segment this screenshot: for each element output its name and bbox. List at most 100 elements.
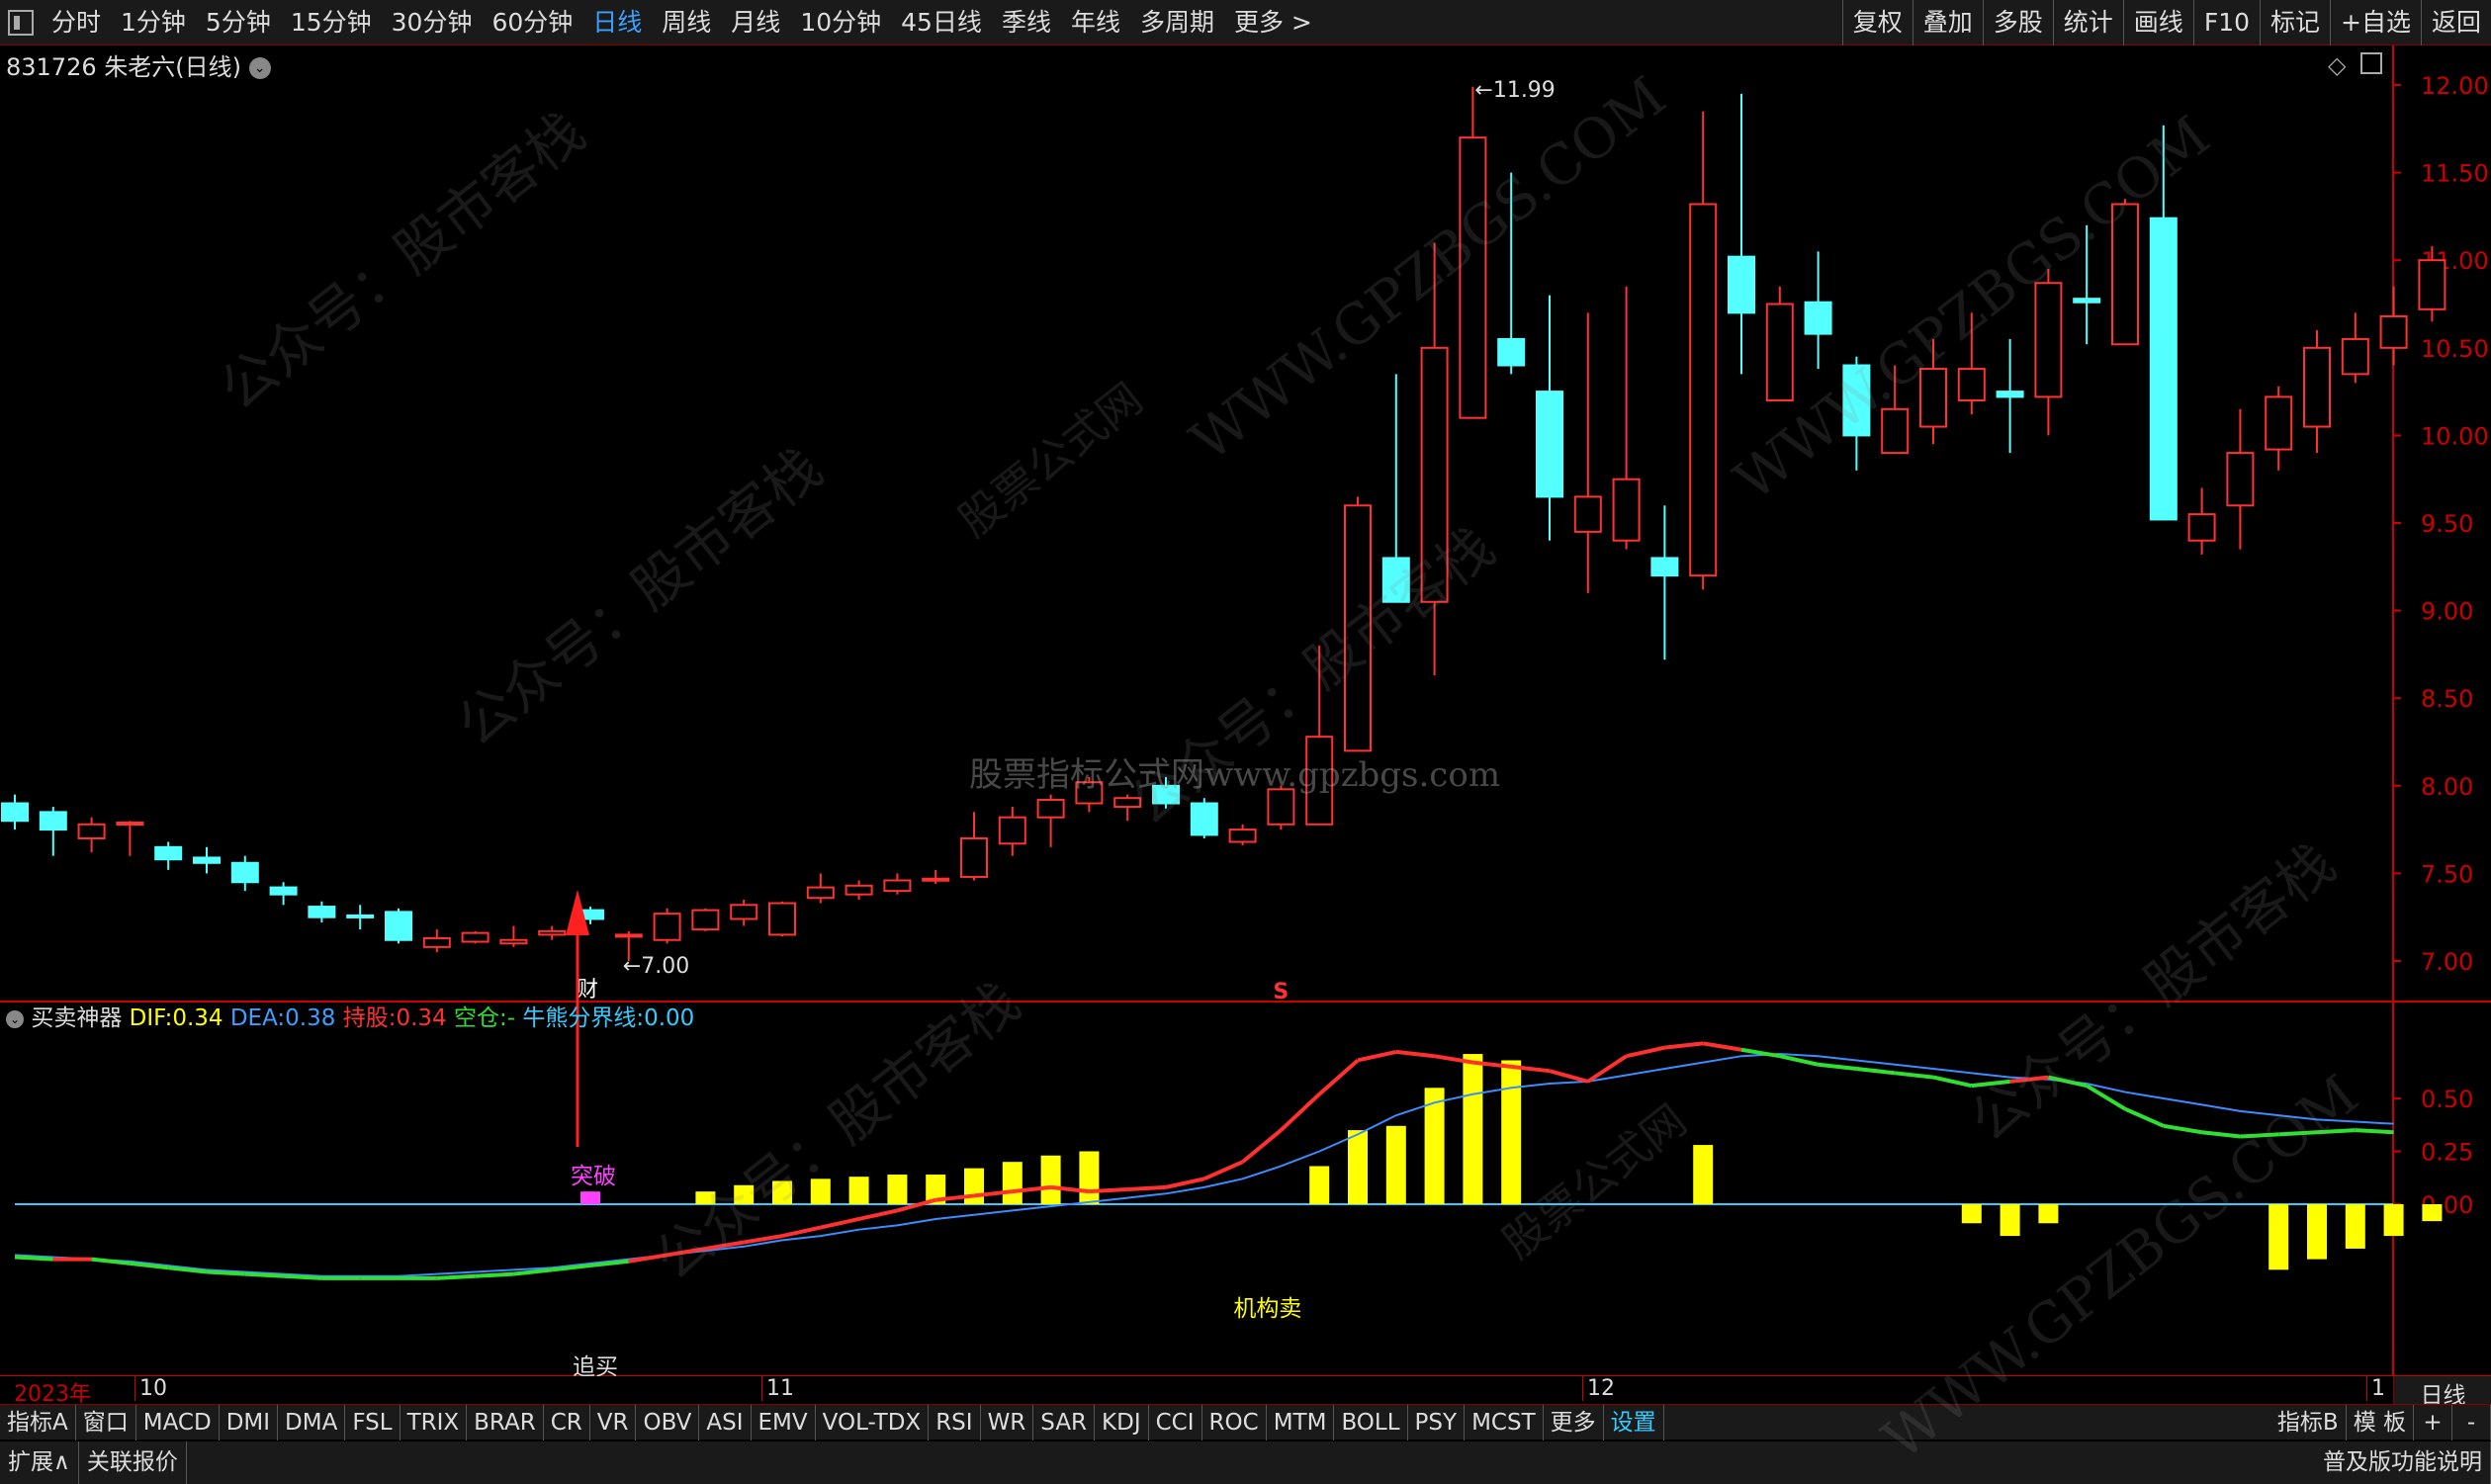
indicator-tab[interactable]: TRIX <box>400 1404 468 1440</box>
indicator-tab[interactable]: VR <box>590 1404 637 1440</box>
toolbar-button[interactable]: 叠加 <box>1912 0 1983 45</box>
dif-line-segment <box>91 1257 131 1266</box>
indicator-tab[interactable]: 设置 <box>1604 1404 1664 1440</box>
period-tab[interactable]: 季线 <box>992 0 1061 45</box>
indicator-tab[interactable]: MCST <box>1465 1404 1544 1440</box>
period-indicator[interactable]: 日线 <box>2393 1376 2491 1409</box>
price-tick-label: 7.00 <box>2421 948 2473 976</box>
indicator-right-button[interactable]: 模 板 <box>2347 1404 2414 1440</box>
dif-line-segment <box>1280 1092 1321 1132</box>
candle <box>1497 337 1526 367</box>
help-link[interactable]: 普及版功能说明 <box>2315 1441 2491 1484</box>
indicator-tab[interactable]: KDJ <box>1095 1404 1149 1440</box>
candle <box>1036 798 1065 819</box>
candle <box>1113 797 1142 809</box>
indicator-bar <box>810 1178 831 1204</box>
candle <box>2418 259 2447 310</box>
indicator-tab[interactable]: RSI <box>929 1404 981 1440</box>
indicator-tab[interactable]: MACD <box>136 1404 220 1440</box>
candle <box>1842 364 1871 437</box>
indicator-tab[interactable]: DMA <box>278 1404 346 1440</box>
indicator-tab[interactable]: CCI <box>1149 1404 1202 1440</box>
dif-line-segment <box>1317 1058 1360 1096</box>
period-tab[interactable]: 日线 <box>582 0 652 45</box>
indicator-tab[interactable]: WR <box>981 1404 1034 1440</box>
indicator-tab[interactable]: 更多 <box>1544 1404 1604 1440</box>
period-tab[interactable]: 年线 <box>1061 0 1130 45</box>
candle <box>2341 337 2369 376</box>
empty-value: - <box>506 1005 516 1031</box>
dif-line-segment <box>858 1208 898 1221</box>
indicator-tab[interactable]: 指标A <box>0 1404 76 1440</box>
bottom-tab[interactable]: 关联报价 <box>79 1441 187 1484</box>
toolbar-button[interactable]: 统计 <box>2052 0 2123 45</box>
indicator-tab[interactable]: FSL <box>345 1404 400 1440</box>
indicator-right-button[interactable]: - <box>2452 1404 2491 1440</box>
indicator-bar <box>2000 1204 2020 1237</box>
indicator-tab[interactable]: ROC <box>1202 1404 1267 1440</box>
indicator-bar <box>1463 1054 1483 1204</box>
toolbar-button[interactable]: +自选 <box>2330 0 2421 45</box>
indicator-tab[interactable]: DMI <box>220 1404 279 1440</box>
dif-line-segment <box>2355 1128 2394 1135</box>
candle <box>1267 788 1295 826</box>
indicator-tab[interactable]: MTM <box>1267 1404 1335 1440</box>
dif-line-segment <box>1664 1041 1704 1050</box>
chart-area[interactable]: 12.0011.5011.0010.5010.009.509.008.508.0… <box>0 45 2491 1376</box>
period-tab[interactable]: 分时 <box>42 0 111 45</box>
period-tab[interactable]: 月线 <box>721 0 790 45</box>
indicator-tab[interactable]: BRAR <box>467 1404 544 1440</box>
toolbar-button[interactable]: 画线 <box>2122 0 2193 45</box>
period-tab[interactable]: 10分钟 <box>790 0 891 45</box>
candle <box>269 886 298 896</box>
period-tab[interactable]: 1分钟 <box>111 0 196 45</box>
period-tab[interactable]: 周线 <box>652 0 721 45</box>
indicator-tab[interactable]: VOL-TDX <box>816 1404 930 1440</box>
indicator-tab[interactable]: 窗口 <box>76 1404 136 1440</box>
toolbar-button[interactable]: 标记 <box>2260 0 2330 45</box>
period-tab[interactable]: 60分钟 <box>482 0 582 45</box>
period-tab[interactable]: 45日线 <box>891 0 992 45</box>
indicator-bar <box>2269 1204 2289 1270</box>
candle <box>998 816 1026 845</box>
candle <box>806 886 835 900</box>
sidebar-toggle-icon[interactable] <box>8 9 34 36</box>
dif-line-segment <box>1165 1177 1205 1189</box>
toolbar-button[interactable]: 复权 <box>1841 0 1913 45</box>
candle <box>461 931 489 943</box>
annotation-s: S <box>1273 980 1289 1004</box>
bull-label: 牛熊分界线: <box>522 1005 645 1031</box>
price-tick-label: 8.50 <box>2421 685 2473 713</box>
indicator-tab[interactable]: PSY <box>1408 1404 1466 1440</box>
indicator-tab[interactable]: EMV <box>752 1404 816 1440</box>
candle <box>346 914 375 918</box>
indicator-tab[interactable]: CR <box>544 1404 590 1440</box>
candle <box>538 929 567 936</box>
indicator-right-button[interactable]: 指标B <box>2270 1404 2347 1440</box>
dif-value: 0.34 <box>172 1005 223 1031</box>
dif-line-segment <box>1702 1041 1742 1052</box>
indicator-right-button[interactable]: + <box>2414 1404 2452 1440</box>
indicator-bar <box>1079 1151 1100 1204</box>
period-tab[interactable]: 多周期 <box>1130 0 1224 45</box>
candle <box>2073 298 2101 304</box>
indicator-name: 买卖神器 <box>31 1005 123 1031</box>
indicator-tab[interactable]: SAR <box>1033 1404 1096 1440</box>
indicator-tab[interactable]: OBV <box>636 1404 700 1440</box>
indicator-bar <box>887 1175 908 1204</box>
period-tab[interactable]: 5分钟 <box>196 0 281 45</box>
price-tick-label: 9.00 <box>2421 598 2473 626</box>
indicator-tab[interactable]: ASI <box>699 1404 752 1440</box>
period-tab[interactable]: 30分钟 <box>382 0 483 45</box>
toolbar-button[interactable]: 多股 <box>1982 0 2053 45</box>
candle <box>2149 217 2178 521</box>
toolbar-button[interactable]: F10 <box>2192 0 2260 45</box>
dif-line-segment <box>820 1217 860 1230</box>
toolbar-button[interactable]: 返回 <box>2420 0 2491 45</box>
indicator-tab[interactable]: BOLL <box>1334 1404 1408 1440</box>
period-tab[interactable]: 更多 > <box>1224 0 1322 45</box>
bottom-tab[interactable]: 扩展∧ <box>0 1441 79 1484</box>
chevron-down-icon[interactable]: ⌄ <box>6 1009 24 1028</box>
period-tab[interactable]: 15分钟 <box>281 0 382 45</box>
indicator-bar <box>1309 1166 1330 1204</box>
